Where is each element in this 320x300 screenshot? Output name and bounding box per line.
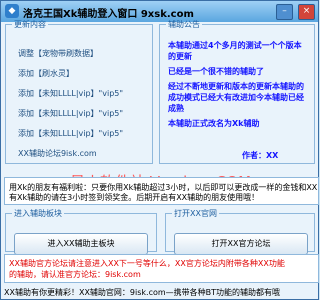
update-item: 添加【刷水灵】 xyxy=(18,69,74,78)
updates-legend: 更新内容 xyxy=(14,20,46,29)
scrolling-notice: 用Xk的朋友有福利啦：只要你用Xk辅助超过3小时，以后即可以更改成一样的金钱和X… xyxy=(4,177,319,205)
open-site-group: 打开XX官网 打开XX官方论坛 xyxy=(165,208,315,255)
author-label: 作者：XX xyxy=(242,151,279,160)
main-window: ◆ 洛克王国Xk辅助登入窗口 9xsk.com – × 更新内容 调整【宠物带刷… xyxy=(0,0,319,300)
notice-text: 本辅助通过4个多月的测试一个个版本的更新 已经是一个很不错的辅助了 经过不断地更… xyxy=(168,40,304,133)
red-notice-line-1: XX辅助官方论坛请注意进入XX下一号等什么，XX官方论坛内附带各种XX功能 xyxy=(9,259,285,268)
open-forum-button[interactable]: 打开XX官方论坛 xyxy=(174,233,308,255)
notice-paragraph: 已经是一个很不错的辅助了 xyxy=(168,67,264,76)
enter-group: 进入辅助板块 进入XX辅助主板块 xyxy=(5,208,157,255)
update-item: 添加【未知LLLL|vip】"vip5" xyxy=(18,109,124,118)
update-item: 调整【宠物带刷数据】 xyxy=(18,49,98,58)
update-item: 添加【未知LLLL|vip】"vip5" xyxy=(18,129,124,138)
update-item: 添加【未知LLLL|vip】"vip5" xyxy=(18,89,124,98)
red-notice-line-2: 的辅助，请认准官方论坛：9isk.com xyxy=(9,270,141,279)
updates-group: 更新内容 调整【宠物带刷数据】 添加【刷水灵】 添加【未知LLLL|vip】"v… xyxy=(5,19,153,164)
app-icon: ◆ xyxy=(5,4,19,18)
notice-legend: 辅助公告 xyxy=(168,20,200,29)
notice-group: 辅助公告 本辅助通过4个多月的测试一个个版本的更新 已经是一个很不错的辅助了 经… xyxy=(159,19,315,164)
minimize-button[interactable]: – xyxy=(276,4,293,20)
forum-link[interactable]: XX辅助论坛9isk.com xyxy=(18,148,97,159)
open-legend: 打开XX官网 xyxy=(174,209,217,218)
red-notice: XX辅助官方论坛请注意进入XX下一号等什么，XX官方论坛内附带各种XX功能 的辅… xyxy=(4,254,319,283)
enter-board-button[interactable]: 进入XX辅助主板块 xyxy=(14,233,148,255)
status-bar: XX辅助有你更精彩！XX辅助官网：9isk.com—携带各种BT功能的辅助都有哦 xyxy=(4,288,281,297)
notice-paragraph: 经过不断地更新和版本的更新本辅助的成功模式已经大有改进加今本辅助已经成熟 xyxy=(168,82,304,113)
window-title: 洛克王国Xk辅助登入窗口 9xsk.com xyxy=(23,9,194,20)
close-button[interactable]: × xyxy=(298,4,315,20)
notice-paragraph: 本辅助通过4个多月的测试一个个版本的更新 xyxy=(168,41,302,61)
notice-line-2: 有Xk辅助的请在3小时签到领奖金。后期开启有XX辅助的朋友使用哦！ xyxy=(9,193,260,202)
enter-legend: 进入辅助板块 xyxy=(14,209,62,218)
notice-paragraph: 本辅助正式改名为Xk辅助 xyxy=(168,119,260,128)
